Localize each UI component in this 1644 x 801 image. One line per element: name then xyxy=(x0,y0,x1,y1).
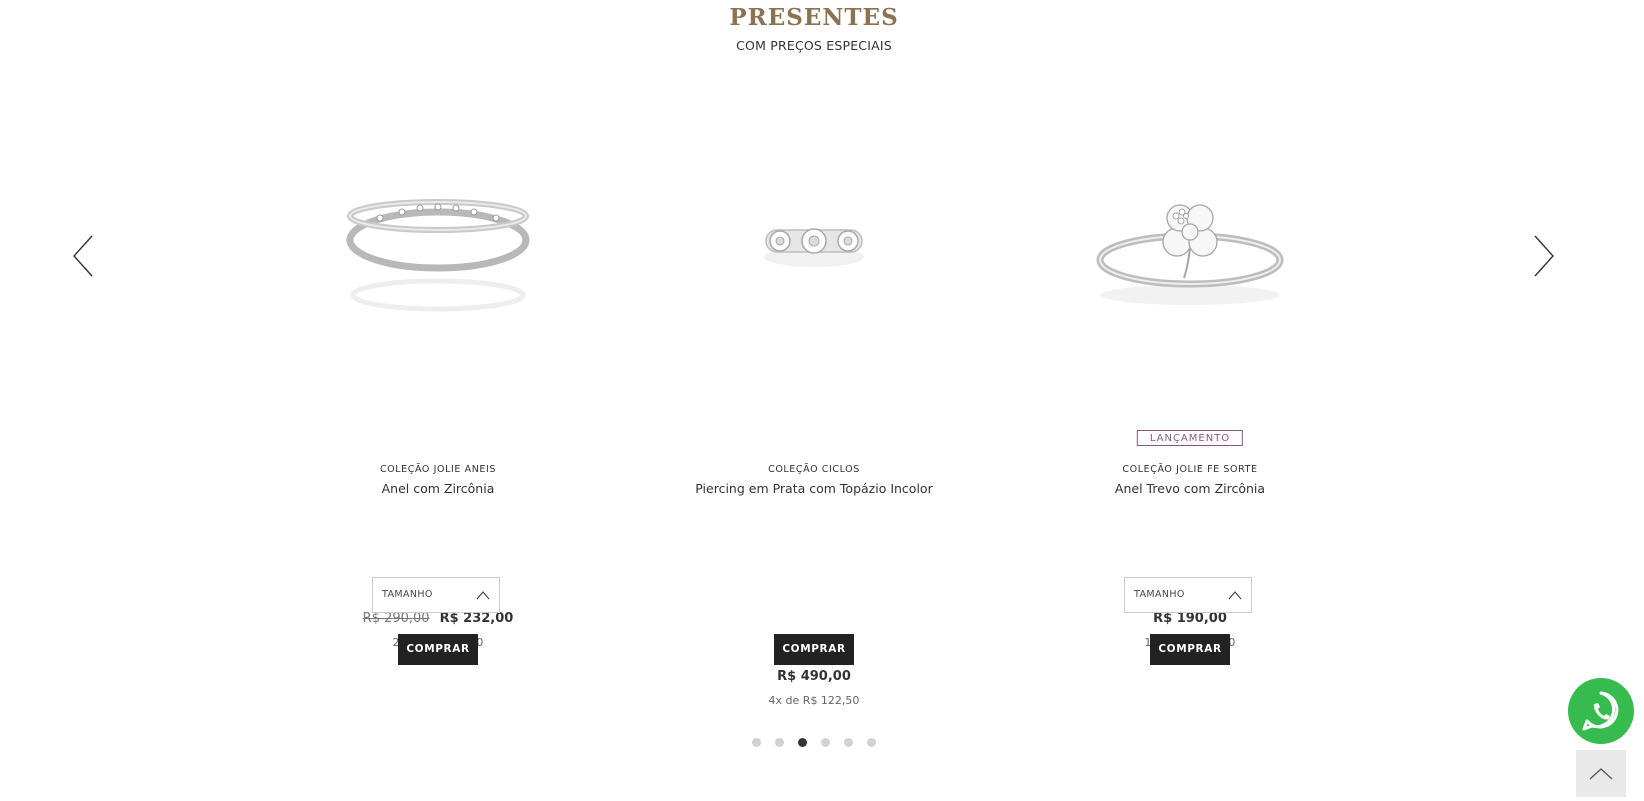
eternity-ring-image[interactable] xyxy=(308,120,568,400)
buy-button[interactable]: COMPRAR xyxy=(774,634,854,665)
chevron-right-icon xyxy=(1534,235,1554,277)
product-name[interactable]: Piercing em Prata com Topázio Incolor xyxy=(644,481,984,496)
carousel-pagination xyxy=(752,738,882,750)
chevron-up-icon xyxy=(476,591,490,600)
price: R$ 190,00 xyxy=(1153,611,1227,626)
product-prices: R$ 490,00 xyxy=(684,669,944,684)
whatsapp-button[interactable] xyxy=(1568,678,1634,744)
carousel-dot[interactable] xyxy=(867,738,876,747)
product-prices: R$ 190,00 xyxy=(1060,611,1320,626)
launch-badge: LANÇAMENTO xyxy=(1136,430,1244,446)
carousel-dot[interactable] xyxy=(775,738,784,747)
chevron-left-icon xyxy=(73,235,93,277)
product-prices: R$ 290,00 R$ 232,00 xyxy=(308,611,568,626)
chevron-up-icon xyxy=(1228,591,1242,600)
carousel-dot[interactable] xyxy=(844,738,853,747)
product-collection: COLEÇÃO CICLOS xyxy=(768,464,860,475)
price: R$ 232,00 xyxy=(439,611,514,626)
carousel-prev-button[interactable] xyxy=(70,232,100,280)
product-name[interactable]: Anel com Zircônia xyxy=(268,481,608,496)
size-select-label: TAMANHO xyxy=(1134,589,1185,600)
size-select[interactable]: TAMANHO xyxy=(1124,577,1252,613)
product-collection: COLEÇÃO JOLIE FE SORTE xyxy=(1122,464,1258,475)
price: R$ 490,00 xyxy=(777,669,851,684)
product-collection: COLEÇÃO JOLIE ANEIS xyxy=(379,464,497,475)
carousel-next-button[interactable] xyxy=(1527,232,1557,280)
clover-ring-image[interactable] xyxy=(1060,120,1320,400)
carousel-dot[interactable] xyxy=(752,738,761,747)
buy-button[interactable]: COMPRAR xyxy=(1150,634,1230,665)
section-title: PRESENTES xyxy=(729,4,899,31)
piercing-image[interactable] xyxy=(684,120,944,400)
product-name[interactable]: Anel Trevo com Zircônia xyxy=(1020,481,1360,496)
section-subtitle: COM PREÇOS ESPECIAIS xyxy=(736,38,892,53)
back-to-top-button[interactable] xyxy=(1576,750,1626,797)
old-price: R$ 290,00 xyxy=(362,611,430,626)
size-select[interactable]: TAMANHO xyxy=(372,577,500,613)
chevron-up-icon xyxy=(1589,768,1613,780)
carousel-dot[interactable] xyxy=(821,738,830,747)
carousel-dot-active[interactable] xyxy=(798,738,807,747)
buy-button[interactable]: COMPRAR xyxy=(398,634,478,665)
installments: 4x de R$ 122,50 xyxy=(768,694,860,707)
size-select-label: TAMANHO xyxy=(382,589,433,600)
whatsapp-icon xyxy=(1582,691,1619,731)
